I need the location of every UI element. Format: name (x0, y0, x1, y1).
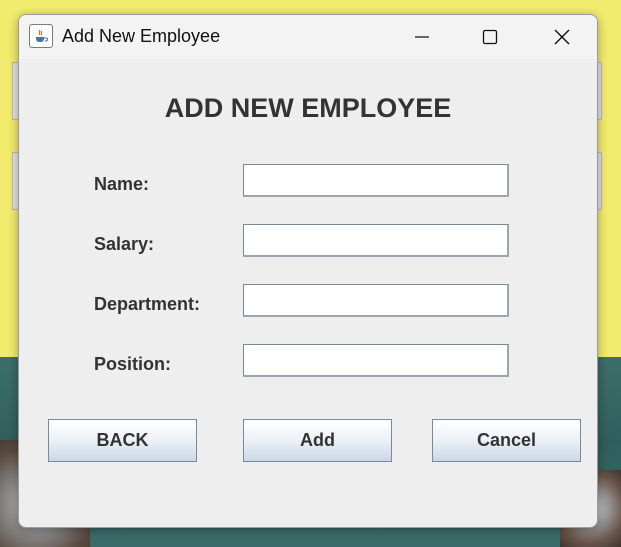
position-label: Position: (94, 354, 171, 374)
java-app-icon (29, 24, 53, 48)
window-title: Add New Employee (62, 26, 221, 46)
cancel-button[interactable]: Cancel (432, 419, 581, 462)
minimize-icon (415, 36, 429, 38)
department-input[interactable] (243, 284, 509, 317)
close-button[interactable] (534, 15, 590, 59)
salary-label: Salary: (94, 234, 155, 254)
add-button[interactable]: Add (243, 419, 392, 462)
position-input[interactable] (243, 344, 509, 377)
name-input[interactable] (243, 164, 509, 197)
department-label: Department: (94, 294, 201, 314)
salary-input[interactable] (243, 224, 509, 257)
minimize-button[interactable] (394, 15, 450, 59)
form-heading: ADD NEW EMPLOYEE (164, 93, 452, 123)
maximize-icon (482, 29, 498, 45)
add-employee-dialog: Add New Employee ADD NEW EMPLOYEE Name: … (18, 14, 598, 528)
back-button[interactable]: BACK (48, 419, 197, 462)
maximize-button[interactable] (462, 15, 518, 59)
close-icon (554, 29, 570, 45)
title-bar[interactable]: Add New Employee (19, 15, 597, 59)
name-label: Name: (94, 174, 150, 194)
